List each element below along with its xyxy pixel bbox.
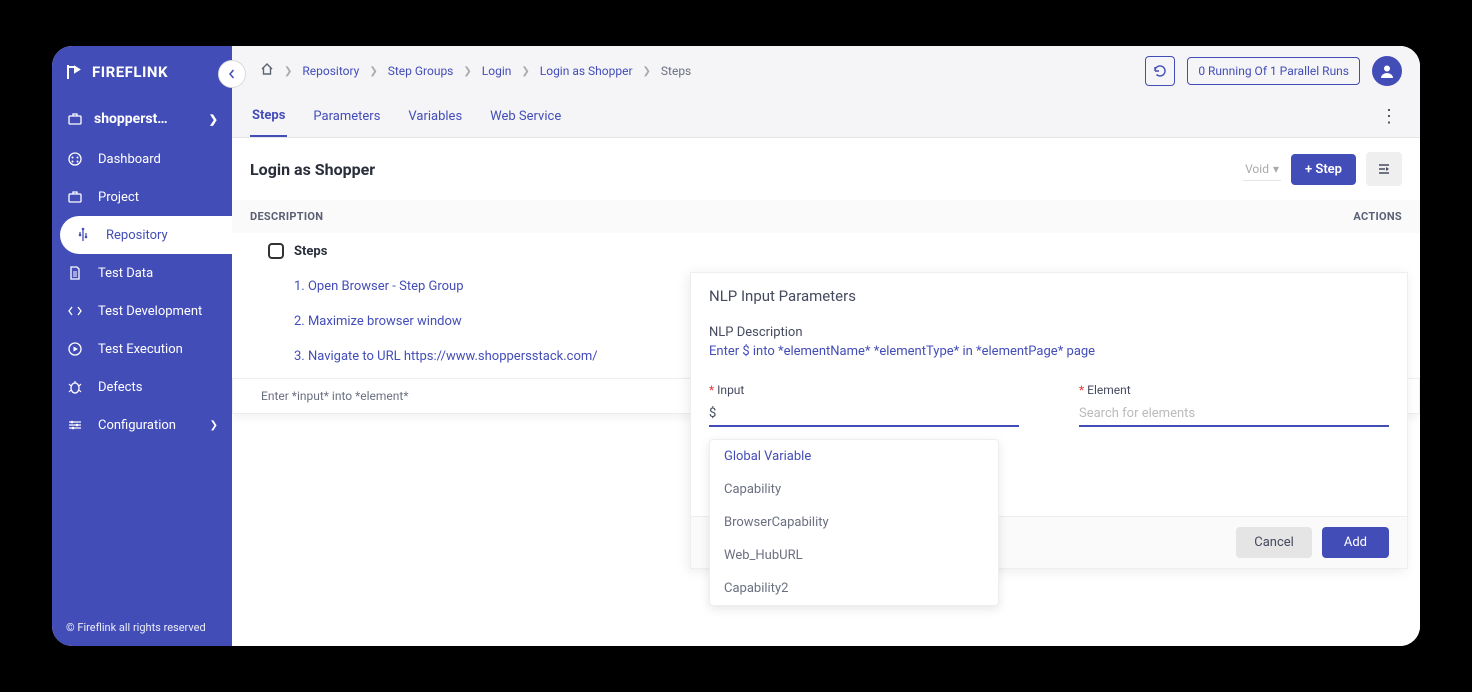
sidebar-item-dashboard[interactable]: Dashboard (52, 140, 232, 178)
input-field-label: * Input (709, 383, 1019, 397)
breadcrumb: ❯ Repository ❯ Step Groups ❯ Login ❯ Log… (260, 62, 691, 80)
runs-badge[interactable]: 0 Running Of 1 Parallel Runs (1187, 57, 1360, 85)
settings-icon (66, 416, 84, 434)
element-field-label: * Element (1079, 383, 1389, 397)
element-field[interactable] (1079, 402, 1389, 427)
home-icon[interactable] (260, 62, 274, 80)
dropdown-item[interactable]: Web_HubURL (710, 539, 998, 572)
bug-icon (66, 378, 84, 396)
input-field[interactable] (709, 402, 1019, 427)
chevron-right-icon: ❯ (210, 420, 218, 431)
steps-checkbox[interactable] (268, 243, 284, 259)
panel-title: NLP Input Parameters (691, 273, 1407, 311)
file-icon (66, 264, 84, 282)
breadcrumb-item[interactable]: Repository (302, 64, 359, 78)
chevron-right-icon: ❯ (643, 66, 651, 77)
tab-steps[interactable]: Steps (250, 96, 287, 137)
page-title: Login as Shopper (250, 160, 375, 179)
nlp-description-label: NLP Description (709, 325, 1389, 340)
brand-name: FIREFLINK (92, 63, 168, 81)
breadcrumb-item: Steps (661, 64, 691, 78)
sidebar-item-label: Defects (98, 380, 142, 395)
return-type-label: Void (1245, 162, 1269, 176)
breadcrumb-item[interactable]: Login (482, 64, 512, 78)
breadcrumb-item[interactable]: Login as Shopper (540, 64, 633, 78)
return-type-select[interactable]: Void ▾ (1243, 158, 1281, 181)
chevron-right-icon: ❯ (209, 113, 218, 126)
steps-root-label: Steps (294, 244, 327, 259)
sidebar-collapse-button[interactable] (218, 60, 246, 88)
refresh-button[interactable] (1145, 56, 1175, 86)
sidebar-item-label: Project (98, 190, 139, 205)
cancel-button[interactable]: Cancel (1236, 527, 1312, 558)
nlp-description-text: Enter $ into *elementName* *elementType*… (709, 344, 1389, 359)
project-selector[interactable]: shopperst… ❯ (52, 98, 232, 140)
sidebar-item-label: Test Execution (98, 342, 183, 357)
add-step-button[interactable]: + Step (1291, 154, 1356, 185)
tab-parameters[interactable]: Parameters (311, 97, 382, 136)
sidebar-item-test-development[interactable]: Test Development (52, 292, 232, 330)
project-name: shopperst… (94, 111, 168, 127)
sidebar-item-repository[interactable]: Repository (60, 216, 232, 254)
caret-down-icon: ▾ (1273, 162, 1279, 176)
input-suggestions-dropdown: Global Variable Capability BrowserCapabi… (709, 439, 999, 606)
sidebar-item-label: Configuration (98, 418, 176, 433)
sidebar-item-test-data[interactable]: Test Data (52, 254, 232, 292)
dropdown-item[interactable]: Capability2 (710, 572, 998, 605)
required-star-icon: * (709, 383, 714, 397)
sidebar-item-label: Dashboard (98, 152, 161, 167)
required-star-icon: * (1079, 383, 1084, 397)
dashboard-icon (66, 150, 84, 168)
play-icon (66, 340, 84, 358)
sidebar-item-project[interactable]: Project (52, 178, 232, 216)
sidebar-item-label: Repository (106, 228, 168, 243)
chevron-right-icon: ❯ (369, 66, 377, 77)
column-description: DESCRIPTION (250, 210, 1312, 223)
dropdown-item[interactable]: Capability (710, 473, 998, 506)
fireflink-logo-icon (64, 62, 84, 82)
tab-variables[interactable]: Variables (406, 97, 464, 136)
sidebar-item-defects[interactable]: Defects (52, 368, 232, 406)
dropdown-item[interactable]: Global Variable (710, 440, 998, 473)
sidebar-item-test-execution[interactable]: Test Execution (52, 330, 232, 368)
avatar[interactable] (1372, 56, 1402, 86)
nlp-input-parameters-panel: NLP Input Parameters NLP Description Ent… (690, 272, 1408, 569)
more-menu-icon[interactable]: ⋮ (1380, 96, 1402, 137)
sidebar-footer: © Fireflink all rights reserved (52, 609, 232, 646)
tab-web-service[interactable]: Web Service (488, 97, 563, 136)
chevron-right-icon: ❯ (284, 66, 292, 77)
chevron-right-icon: ❯ (521, 66, 529, 77)
dropdown-item[interactable]: BrowserCapability (710, 506, 998, 539)
breadcrumb-item[interactable]: Step Groups (388, 64, 454, 78)
sidebar-item-label: Test Development (98, 304, 202, 319)
repository-icon (74, 226, 92, 244)
brand-logo: FIREFLINK (52, 46, 232, 98)
sidebar-item-label: Test Data (98, 266, 153, 281)
briefcase-icon (66, 110, 84, 128)
column-actions: ACTIONS (1312, 210, 1402, 223)
briefcase-icon (66, 188, 84, 206)
add-button[interactable]: Add (1322, 527, 1389, 558)
code-icon (66, 302, 84, 320)
sidebar-item-configuration[interactable]: Configuration ❯ (52, 406, 232, 444)
chevron-right-icon: ❯ (463, 66, 471, 77)
collapse-sidebar-icon[interactable] (1366, 152, 1402, 186)
